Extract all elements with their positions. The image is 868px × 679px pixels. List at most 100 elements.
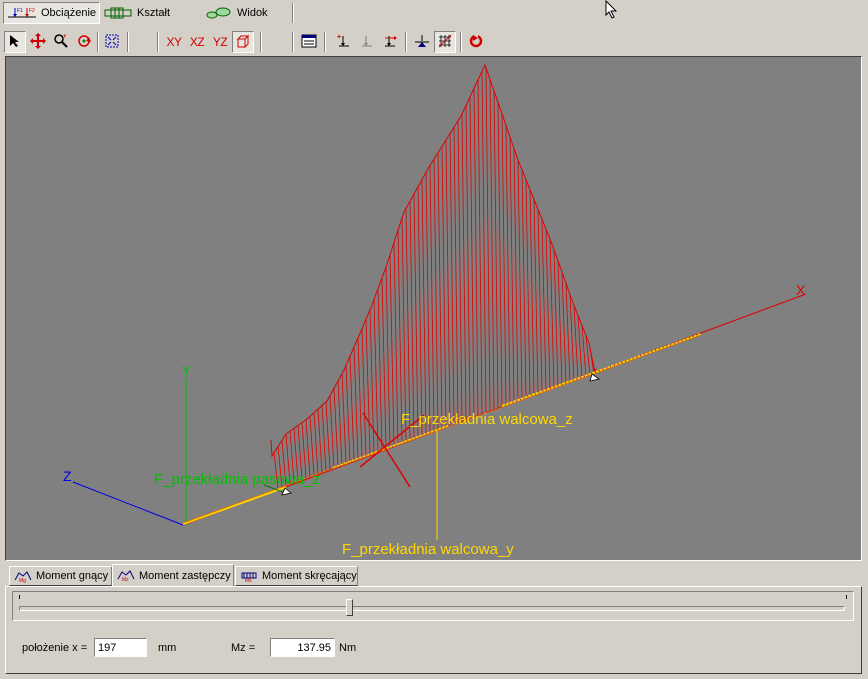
position-slider[interactable]	[12, 591, 854, 621]
moment-hatch-line	[301, 422, 307, 479]
svg-text:Ms: Ms	[245, 578, 252, 583]
equivalent-moment-icon: Mz	[117, 569, 135, 583]
moment-hatch-line	[377, 288, 383, 451]
toolbar-divider	[292, 32, 294, 52]
position-label: położenie x =	[22, 642, 88, 654]
grid-button[interactable]	[434, 31, 456, 53]
tab-widok[interactable]: Widok	[200, 2, 271, 24]
support-button[interactable]	[411, 31, 433, 53]
moment-hatch-line	[429, 165, 435, 432]
moment-hatch-line	[317, 409, 323, 473]
position-unit: mm	[158, 642, 177, 654]
rotate-button[interactable]	[73, 31, 95, 53]
moment-hatch-line	[321, 405, 327, 472]
toolbar-divider	[460, 32, 462, 52]
grid-icon	[437, 33, 453, 52]
moment-hatch-line	[361, 328, 367, 457]
tab-label: Moment zastępczy	[139, 569, 231, 582]
tab-moment-zastepczy[interactable]: Mz Moment zastępczy	[112, 564, 234, 586]
support-marker-icon	[281, 487, 292, 496]
moment-hatch-line	[553, 249, 559, 387]
moment-hatch-line	[445, 139, 451, 427]
refresh-button[interactable]	[465, 31, 487, 53]
moment-hatch-line	[389, 254, 395, 447]
moment-hatch-line	[529, 189, 535, 396]
moment-hatch-line	[369, 309, 375, 454]
moment-hatch-line	[545, 229, 551, 390]
moment-hatch-line	[401, 218, 407, 443]
moment-hatch-line	[393, 242, 399, 445]
moment-hatch-line	[521, 169, 527, 399]
load-forces-icon: F1 F2	[7, 6, 37, 20]
moment-hatch-line	[493, 90, 499, 409]
moment-hatch-line	[325, 401, 331, 470]
x-axis-label: X	[796, 282, 806, 298]
svg-text:Mz: Mz	[122, 577, 129, 582]
moment-hatch-line	[513, 148, 519, 402]
moment-hatch-line	[349, 356, 355, 461]
position-input[interactable]	[94, 638, 147, 657]
moment-hatch-line	[517, 159, 523, 400]
moment-hatch-line	[481, 71, 487, 414]
view-xy-button[interactable]: XY	[163, 31, 185, 53]
moment-hatch-line	[549, 239, 555, 389]
slider-thumb[interactable]	[346, 599, 354, 616]
add-force-icon: +	[336, 33, 352, 52]
view-yz-label: YZ	[212, 35, 228, 49]
moment-hatch-line	[561, 272, 567, 385]
select-button[interactable]	[4, 31, 26, 53]
rotate-icon	[76, 33, 92, 52]
moment-hatch-line	[417, 186, 423, 437]
tab-obciazenie[interactable]: F1 F2 Obciążenie	[3, 2, 101, 24]
moment-hatch-line	[373, 299, 379, 453]
view-xz-label: XZ	[189, 35, 205, 49]
moment-hatch-line	[465, 105, 471, 419]
moment-hatch-line	[525, 179, 531, 398]
move-force-button[interactable]	[379, 31, 401, 53]
slider-tick	[19, 595, 20, 599]
tab-moment-gnacy[interactable]: Mg Moment gnący	[9, 566, 112, 586]
svg-text:+: +	[337, 34, 341, 41]
moment-hatch-line	[449, 133, 455, 425]
moment-hatch-line	[341, 373, 347, 464]
moment-hatch-line	[457, 120, 463, 422]
list-icon	[301, 33, 317, 52]
mouse-cursor-icon	[605, 0, 619, 23]
moment-hatch-line	[405, 208, 411, 441]
shaft-segment-1	[182, 486, 287, 525]
view-yz-button[interactable]: YZ	[209, 31, 231, 53]
torque-moment-icon: Ms	[240, 570, 258, 584]
edit-force-icon	[359, 33, 375, 52]
tab-label: Moment skręcający	[262, 570, 357, 582]
zoom-fit-button[interactable]	[101, 31, 123, 53]
support-marker-icon	[589, 373, 600, 382]
moment-hatch-line	[473, 88, 479, 416]
svg-text:F1: F1	[17, 8, 23, 14]
svg-text:F2: F2	[29, 8, 35, 14]
tab-ksztalt[interactable]: Kształt	[100, 2, 173, 24]
add-force-button[interactable]: +	[333, 31, 355, 53]
moment-hatch-line	[485, 67, 491, 412]
tab-moment-skrecajacy[interactable]: Ms Moment skręcający	[235, 566, 358, 586]
list-button[interactable]	[298, 31, 320, 53]
slider-track[interactable]	[19, 606, 845, 611]
moment-value-field[interactable]	[270, 638, 335, 657]
zoom-button[interactable]: +	[50, 31, 72, 53]
select-arrow-icon	[8, 34, 22, 51]
tab-label: Moment gnący	[36, 570, 109, 582]
moment-hatch-line	[501, 113, 507, 406]
moment-hatch-line	[329, 395, 335, 469]
moment-hatch-line	[489, 79, 495, 411]
shaft-3d-view[interactable]: X Y Z F_przekładnia pasowa_z F_przekładn…	[5, 56, 862, 561]
iso-view-button[interactable]	[232, 31, 254, 53]
tab-label: Obciążenie	[41, 7, 97, 19]
edit-force-button[interactable]	[356, 31, 378, 53]
moment-label: Mz =	[231, 642, 256, 654]
pan-button[interactable]	[27, 31, 49, 53]
view-xz-button[interactable]: XZ	[186, 31, 208, 53]
zoom-icon: +	[53, 33, 69, 52]
moment-hatch-line	[381, 277, 387, 450]
moment-hatch-line	[557, 260, 563, 386]
bending-moment-icon: Mg	[14, 570, 32, 584]
z-axis-label: Z	[63, 468, 72, 484]
